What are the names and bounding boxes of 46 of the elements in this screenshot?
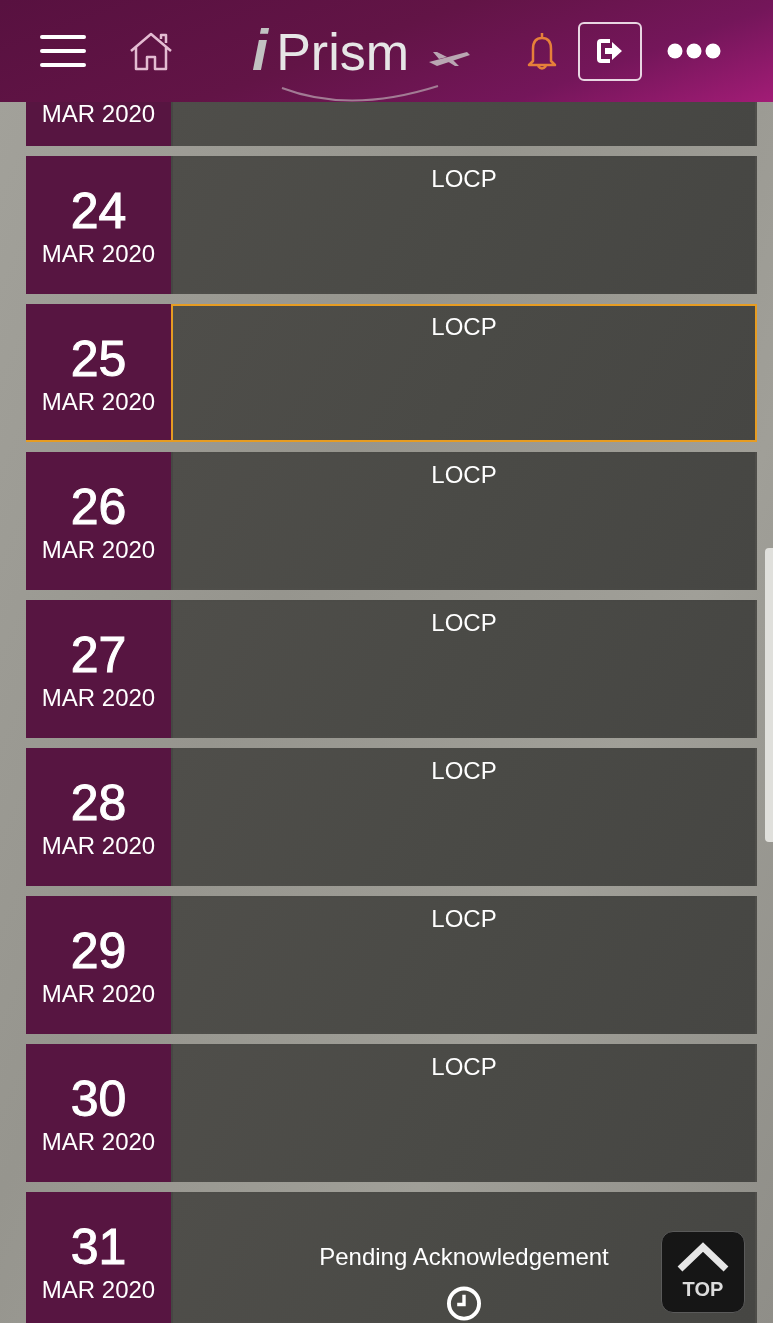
month-year-text: MAR 2020 [41, 102, 156, 126]
logout-icon [596, 38, 624, 64]
more-icon [667, 43, 721, 59]
home-button[interactable] [128, 31, 174, 71]
status-text: Pending Acknowledgement [319, 1242, 609, 1272]
month-year-text: MAR 2020 [41, 240, 156, 268]
menu-icon [40, 35, 86, 67]
day-number: 27 [70, 630, 127, 680]
month-year-text: MAR 2020 [41, 980, 156, 1008]
month-year-text: MAR 2020 [41, 684, 156, 712]
month-year-text: MAR 2020 [41, 1276, 156, 1304]
month-year-text: MAR 2020 [41, 1128, 156, 1156]
month-year-text: MAR 2020 [41, 388, 156, 416]
notifications-button[interactable] [527, 31, 557, 71]
home-icon [128, 31, 174, 71]
day-number: 29 [70, 926, 127, 976]
menu-button[interactable] [40, 35, 86, 67]
scroll-to-top-button[interactable]: TOP [661, 1231, 745, 1313]
logo-text: iPrism [252, 20, 409, 82]
day-number: 31 [70, 1222, 127, 1272]
clock-icon [446, 1286, 482, 1321]
month-year-text: MAR 2020 [41, 536, 156, 564]
duty-code-text: LOCP [431, 756, 497, 786]
chevron-up-icon [676, 1242, 730, 1272]
day-number: 26 [70, 482, 127, 532]
day-number: 28 [70, 778, 127, 828]
duty-code-text: LOCP [431, 608, 497, 638]
duty-code-text: LOCP [431, 904, 497, 934]
duty-code-text: LOCP [431, 312, 497, 342]
day-number: 24 [70, 186, 127, 236]
day-number: 25 [70, 334, 127, 384]
day-number: 30 [70, 1074, 127, 1124]
month-year-text: MAR 2020 [41, 832, 156, 860]
more-button[interactable] [667, 43, 721, 59]
bell-icon [527, 31, 557, 71]
roster-entry-panel[interactable]: LOCP [171, 896, 757, 1034]
roster-entry-panel[interactable]: LOCP [171, 304, 757, 442]
roster-entry-panel[interactable]: LOCP [171, 452, 757, 590]
duty-code-text: LOCP [431, 460, 497, 490]
duty-code-text: LOCP [431, 164, 497, 194]
duty-code-text: LOCP [431, 1052, 497, 1082]
roster-entry-panel[interactable]: LOCP [171, 1044, 757, 1182]
roster-entry-panel[interactable]: LOCP [171, 748, 757, 886]
logout-button[interactable] [578, 21, 642, 81]
roster-entry-panel[interactable]: LOCP [171, 156, 757, 294]
roster-entry-panel[interactable]: LOCP [171, 600, 757, 738]
